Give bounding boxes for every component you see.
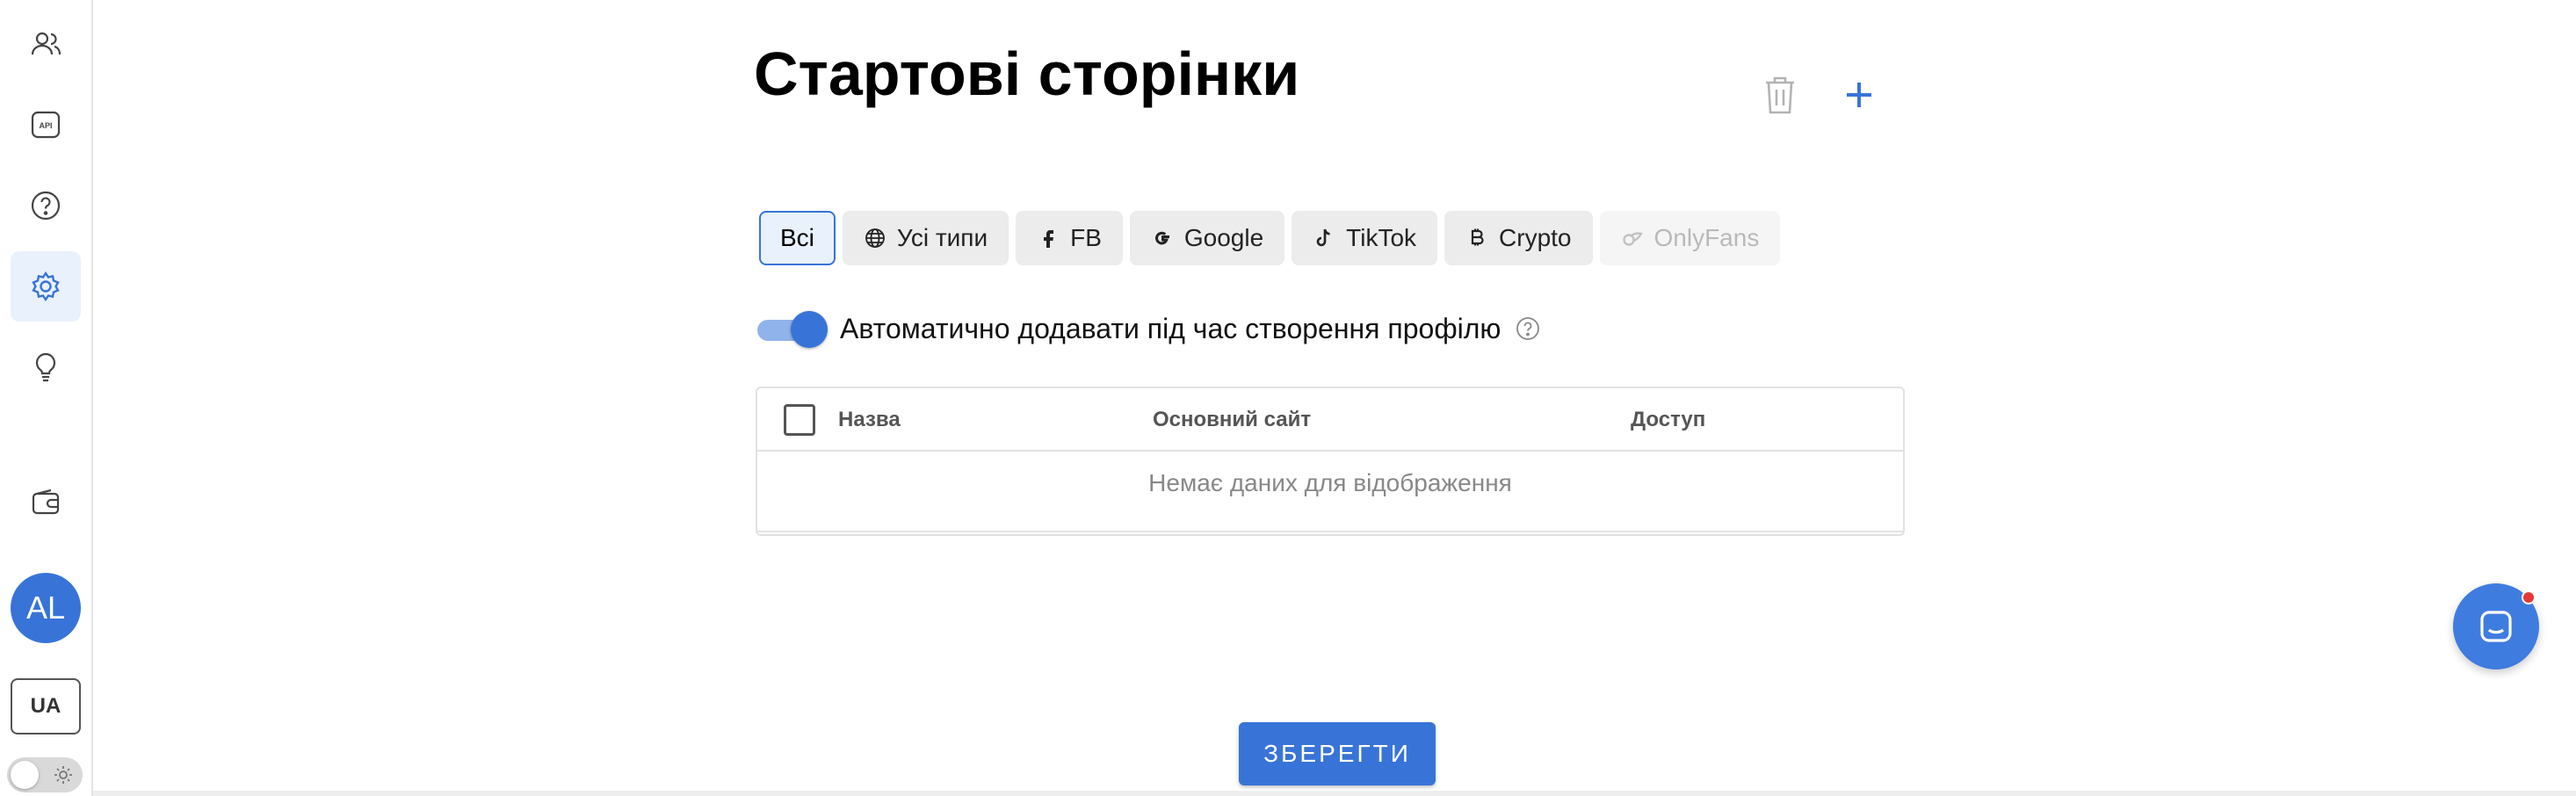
wallet-icon [32,488,60,515]
chip-label: Google [1183,224,1264,251]
auto-add-switch[interactable] [757,309,828,348]
chip-tiktok[interactable]: TikTok [1292,211,1438,265]
notification-dot [2522,590,2536,604]
sidebar-item-ideas[interactable] [11,332,81,402]
table-header: Назва Основний сайт Доступ [757,388,1903,452]
filter-chips: Всі Усі типи FB Google TikTok Crypto Onl… [759,211,1781,265]
chat-icon [2480,611,2512,642]
save-button[interactable]: ЗБЕРЕГТИ [1239,722,1436,785]
theme-toggle-knob [11,761,39,789]
sidebar-item-api[interactable]: API [11,90,81,160]
sidebar-item-wallet[interactable] [11,467,81,538]
select-all-checkbox[interactable] [784,404,815,436]
lightbulb-icon [35,352,56,382]
chip-label: TikTok [1346,224,1417,251]
gear-icon [32,271,60,302]
facebook-icon [1044,230,1054,248]
column-header-access[interactable]: Доступ [1631,408,1705,432]
auto-add-row: Автоматично додавати під час створення п… [757,309,1541,348]
globe-icon [865,228,885,248]
chip-all[interactable]: Всі [759,211,836,265]
switch-thumb [791,311,828,348]
avatar[interactable]: AL [11,573,81,643]
chip-label: FB [1070,224,1102,251]
help-icon[interactable] [1515,315,1541,342]
chip-google[interactable]: Google [1129,211,1285,265]
chip-label: Всі [780,224,814,251]
bottom-scrollbar[interactable] [93,791,2576,796]
google-icon [1154,231,1169,245]
chip-fb[interactable]: FB [1016,211,1123,265]
chip-label: OnlyFans [1653,224,1760,251]
chip-label: Усі типи [896,224,988,251]
tiktok-icon [1316,228,1330,247]
auto-add-label: Автоматично додавати під час створення п… [840,312,1501,344]
question-icon [31,191,61,221]
sun-icon [54,766,72,784]
start-pages-table: Назва Основний сайт Доступ Немає даних д… [756,387,1905,536]
onlyfans-icon [1622,232,1643,246]
svg-text:API: API [39,121,52,130]
sidebar-item-help[interactable] [11,170,81,241]
column-header-name[interactable]: Назва [838,408,901,432]
plus-icon [1847,83,1871,107]
bitcoin-icon [1471,228,1484,246]
chip-label: Crypto [1499,224,1572,251]
users-icon [31,32,62,55]
sidebar-item-users[interactable] [11,9,81,79]
language-button[interactable]: UA [11,678,81,734]
chip-onlyfans[interactable]: OnlyFans [1599,211,1781,265]
column-header-main-site[interactable]: Основний сайт [1153,408,1311,432]
trash-icon [1766,76,1794,114]
add-button[interactable] [1836,72,1882,118]
delete-button[interactable] [1759,72,1801,118]
chip-all-types[interactable]: Усі типи [842,211,1009,265]
theme-toggle[interactable] [7,757,83,792]
table-divider [757,531,1903,532]
api-icon: API [31,111,61,139]
sidebar: API AL UA [0,0,93,796]
chip-crypto[interactable]: Crypto [1444,211,1593,265]
sidebar-item-settings[interactable] [11,251,81,322]
empty-state-text: Немає даних для відображення [1148,469,1512,496]
page-title: Стартові сторінки [754,40,1300,108]
